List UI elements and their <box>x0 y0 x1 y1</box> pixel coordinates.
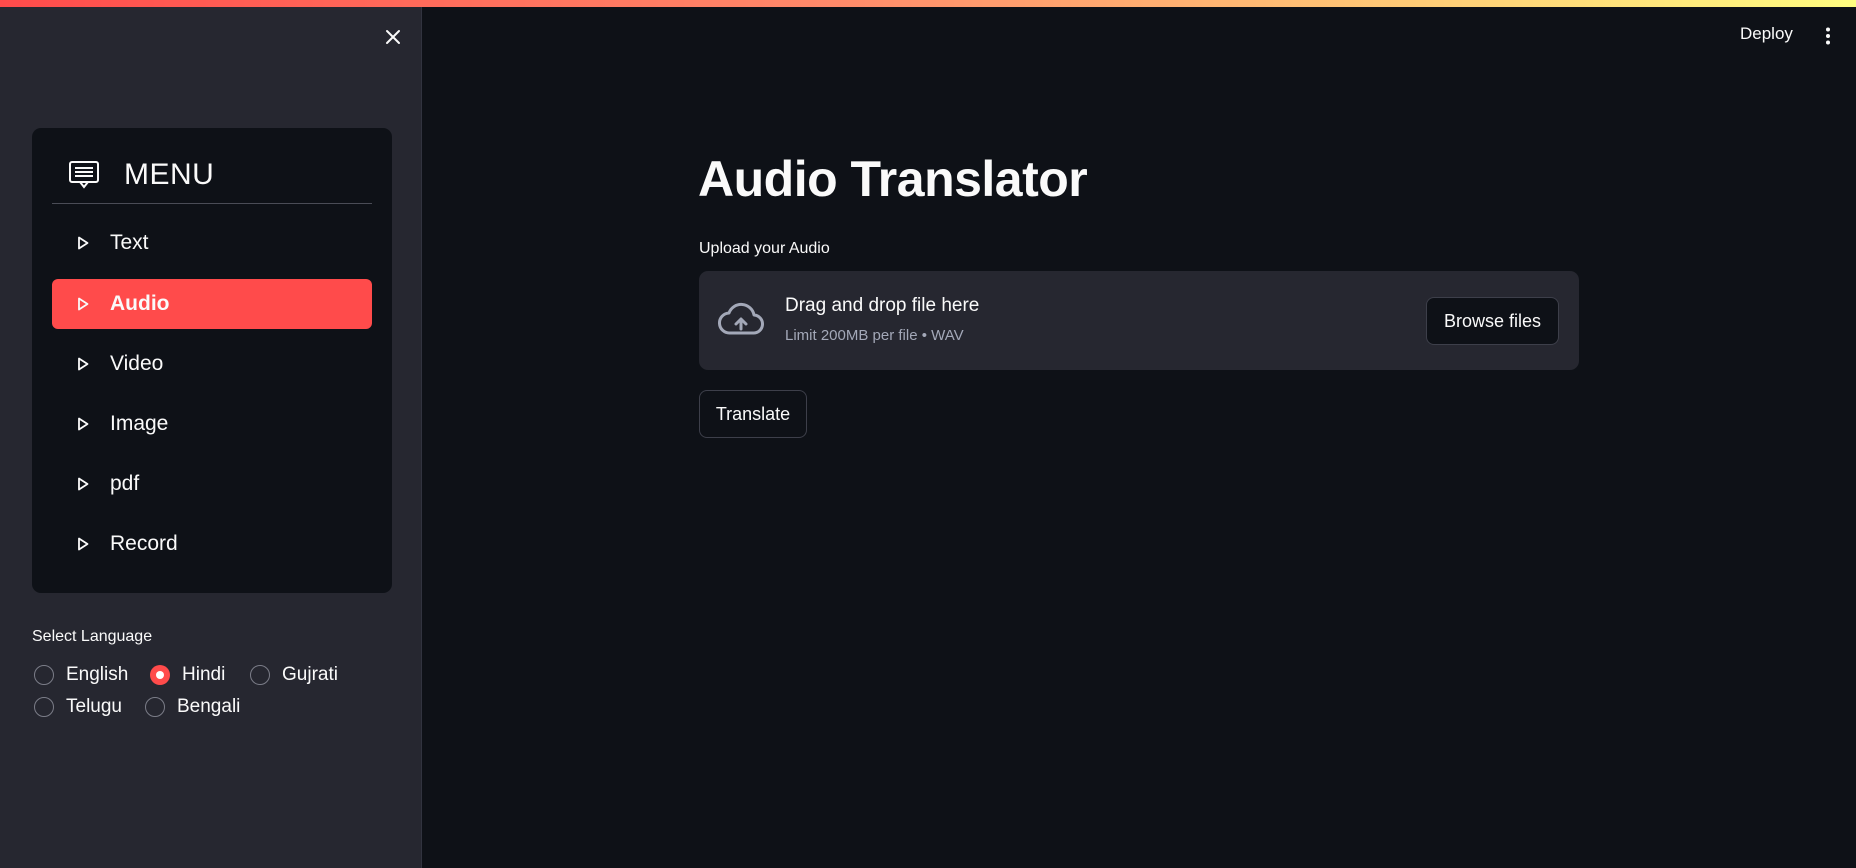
radio-label: Hindi <box>182 664 226 685</box>
menu-item-record[interactable]: Record <box>52 519 372 569</box>
caret-right-icon <box>76 536 90 552</box>
radio-label: English <box>66 664 129 685</box>
caret-right-icon <box>76 416 90 432</box>
menu-item-pdf[interactable]: pdf <box>52 459 372 509</box>
cloud-upload-icon <box>718 302 764 335</box>
menu-item-image[interactable]: Image <box>52 399 372 449</box>
main-menu-button[interactable] <box>1818 22 1838 50</box>
file-dropzone[interactable]: Drag and drop file here Limit 200MB per … <box>699 271 1579 370</box>
close-sidebar-button[interactable] <box>380 24 406 50</box>
radio-telugu[interactable]: Telugu <box>34 696 122 718</box>
menu-item-label: Image <box>110 412 169 435</box>
language-label: Select Language <box>32 628 153 645</box>
menu-item-label: Record <box>110 532 178 555</box>
caret-right-icon <box>76 235 90 251</box>
dropzone-title: Drag and drop file here <box>785 295 980 316</box>
menu-item-video[interactable]: Video <box>52 339 372 389</box>
sidebar: MENU Text Audio Video Image pdf Record S… <box>0 0 422 868</box>
radio-label: Telugu <box>66 696 122 717</box>
caret-right-icon <box>76 476 90 492</box>
upload-label: Upload your Audio <box>699 240 830 257</box>
radio-indicator <box>145 697 165 717</box>
menu-card: MENU Text Audio Video Image pdf Record <box>32 128 392 593</box>
menu-item-text[interactable]: Text <box>52 218 372 268</box>
menu-list-icon <box>64 155 104 195</box>
radio-indicator <box>34 665 54 685</box>
menu-header: MENU <box>52 146 372 204</box>
menu-item-label: Video <box>110 352 164 375</box>
more-vertical-icon <box>1826 27 1830 45</box>
radio-english[interactable]: English <box>34 664 128 686</box>
radio-label: Gujrati <box>282 664 338 685</box>
browse-files-button[interactable]: Browse files <box>1426 297 1559 345</box>
caret-right-icon <box>76 296 90 312</box>
radio-indicator <box>250 665 270 685</box>
menu-item-label: pdf <box>110 472 140 495</box>
radio-indicator <box>150 665 170 685</box>
radio-bengali[interactable]: Bengali <box>145 696 240 718</box>
menu-item-label: Audio <box>110 292 170 315</box>
radio-label: Bengali <box>177 696 241 717</box>
translate-button[interactable]: Translate <box>699 390 807 438</box>
caret-right-icon <box>76 356 90 372</box>
menu-item-label: Text <box>110 231 149 254</box>
radio-indicator <box>34 697 54 717</box>
radio-gujrati[interactable]: Gujrati <box>250 664 338 686</box>
top-decoration-bar <box>0 0 1856 7</box>
close-icon <box>386 30 400 44</box>
dropzone-limit: Limit 200MB per file • WAV <box>785 327 964 344</box>
deploy-button[interactable]: Deploy <box>1740 24 1793 44</box>
menu-item-audio[interactable]: Audio <box>52 279 372 329</box>
page-title: Audio Translator <box>698 151 1088 207</box>
radio-hindi[interactable]: Hindi <box>150 664 225 686</box>
menu-title: MENU <box>124 157 215 191</box>
